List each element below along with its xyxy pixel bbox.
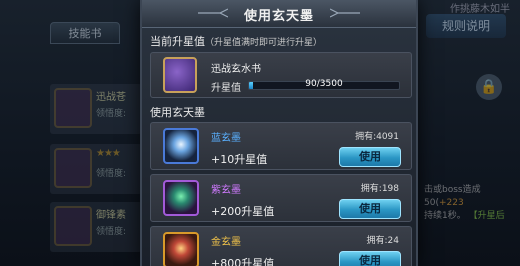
current-section-note: （升星值满时即可进行升星） (205, 38, 323, 48)
skill-book-item[interactable]: 迅战苍 领悟度: (50, 84, 142, 134)
use-ink-dialog: 使用玄天墨 当前升星值（升星值满时即可进行升星） 迅战玄水书 升星值 90/35… (140, 0, 418, 266)
ink-gain: +800升星值 (211, 257, 275, 266)
skill-book-thumb (54, 148, 92, 188)
current-section-heading: 当前升星值（升星值满时即可进行升星） (150, 33, 322, 49)
ornament-icon (330, 8, 360, 18)
ink-gain: +200升星值 (211, 205, 275, 218)
tab-skill-book[interactable]: 技能书 (50, 22, 120, 44)
ink-item: 金玄墨 拥有:24 +800升星值 使用 (150, 226, 412, 266)
dialog-header: 使用玄天墨 (142, 0, 416, 28)
skill-book-name: 迅战苍 (96, 92, 126, 103)
book-name: 迅战玄水书 (211, 64, 261, 75)
dialog-title: 使用玄天墨 (243, 9, 314, 24)
desc-highlight: +223 (438, 198, 464, 208)
current-section-title: 当前升星值 (150, 35, 205, 48)
blue-ink-icon (163, 128, 199, 164)
ink-item: 紫玄墨 拥有:198 +200升星值 使用 (150, 174, 412, 222)
use-gold-ink-button[interactable]: 使用 (339, 251, 401, 266)
skill-description: 击或boss造成50(+223 持续1秒。 【升星后 (424, 184, 520, 223)
ink-count: 拥有:4091 (355, 132, 399, 142)
skill-book-thumb (54, 206, 92, 246)
use-section-heading: 使用玄天墨 (150, 106, 205, 119)
ink-gain: +10升星值 (211, 153, 268, 166)
skill-book-item[interactable]: ★★★ 领悟度: (50, 144, 142, 194)
lock-icon: 🔒 (476, 74, 502, 100)
desc-mid: 持续1秒。 (424, 211, 466, 221)
skill-book-name: 御锋素 (96, 210, 126, 221)
star-rating-icon: ★★★ (96, 148, 121, 159)
gold-ink-icon (163, 232, 199, 266)
rule-explanation-button[interactable]: 规则说明 (426, 14, 506, 38)
ink-list: 蓝玄墨 拥有:4091 +10升星值 使用 紫玄墨 拥有:198 +200升星值… (150, 122, 412, 266)
skill-book-sub: 领悟度: (96, 227, 127, 237)
skill-book-panel: 技能书 迅战苍 领悟度: ★★★ 领悟度: 御锋素 领悟度: (0, 0, 150, 266)
use-purple-ink-button[interactable]: 使用 (339, 199, 401, 219)
ink-count: 拥有:24 (366, 236, 400, 246)
skill-book-sub: 领悟度: (96, 169, 127, 179)
skill-book-item[interactable]: 御锋素 领悟度: (50, 202, 142, 252)
purple-ink-icon (163, 180, 199, 216)
current-book-card: 迅战玄水书 升星值 90/3500 (150, 52, 412, 98)
xuanshui-book-icon (163, 57, 197, 93)
use-blue-ink-button[interactable]: 使用 (339, 147, 401, 167)
ink-name: 蓝玄墨 (211, 133, 241, 144)
skill-detail-panel: 作挑藤木如半 规则说明 🔒 击或boss造成50(+223 持续1秒。 【升星后 (420, 0, 520, 266)
ink-name: 紫玄墨 (211, 185, 241, 196)
skill-book-thumb (54, 88, 92, 128)
skill-book-sub: 领悟度: (96, 109, 127, 119)
ink-count: 拥有:198 (360, 184, 399, 194)
progress-text: 90/3500 (305, 79, 343, 89)
top-text: 作挑藤木如半 (450, 4, 510, 15)
desc-tail: 【升星后 (468, 211, 505, 221)
ink-name: 金玄墨 (211, 237, 241, 248)
progress-label: 升星值 (211, 83, 241, 94)
ink-item: 蓝玄墨 拥有:4091 +10升星值 使用 (150, 122, 412, 170)
